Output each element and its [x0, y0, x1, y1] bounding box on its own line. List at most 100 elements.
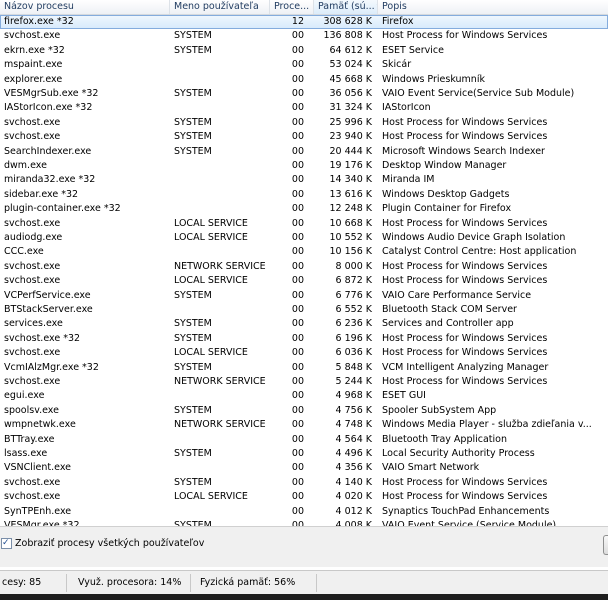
process-description: Host Process for Windows Services: [382, 275, 548, 287]
process-name: svchost.exe: [4, 491, 61, 503]
memory-usage-cell: 6 872 K: [335, 275, 372, 287]
options-panel: ✓ Zobraziť procesy všetkých používateľov: [0, 526, 608, 567]
process-name: ekrn.exe *32: [4, 44, 65, 56]
table-row[interactable]: firefox.exe *32 12 308 628 K Firefox: [0, 15, 608, 30]
process-name: wmpnetwk.exe: [4, 419, 76, 431]
table-row[interactable]: audiodg.exe LOCAL SERVICE 00 10 552 K Window…: [0, 231, 608, 245]
table-row[interactable]: VcmIAlzMgr.exe *32 SYSTEM 00 5 848 K VCM Int…: [0, 361, 608, 375]
cpu-usage-cell: 00: [291, 188, 304, 200]
table-row[interactable]: svchost.exe LOCAL SERVICE 00 6 872 K Host Pr…: [0, 274, 608, 288]
table-row[interactable]: SynTPEnh.exe 00 4 012 K Synaptics TouchPad …: [0, 505, 608, 519]
cpu-usage: Využ. procesora: 14%: [78, 577, 182, 588]
user-name: SYSTEM: [174, 332, 212, 344]
table-row[interactable]: svchost.exe SYSTEM 00 4 140 K Host Process f…: [0, 476, 608, 490]
memory-usage-cell: 6 196 K: [335, 332, 372, 344]
table-row[interactable]: SearchIndexer.exe SYSTEM 00 20 444 K Microso…: [0, 145, 608, 159]
memory-usage-cell: 10 552 K: [329, 232, 373, 243]
table-row[interactable]: services.exe SYSTEM 00 6 236 K Services and …: [0, 317, 608, 331]
table-row[interactable]: svchost.exe LOCAL SERVICE 00 6 036 K Host Pr…: [0, 346, 608, 360]
process-name: svchost.exe: [4, 275, 61, 287]
column-header-description[interactable]: Popis: [378, 0, 608, 14]
table-row[interactable]: BTTray.exe 00 4 564 K Bluetooth Tray Applic…: [0, 433, 608, 447]
table-row[interactable]: ekrn.exe *32 SYSTEM 00 64 612 K ESET Service: [0, 44, 608, 58]
memory-usage-cell: 4 356 K: [335, 462, 372, 474]
memory-usage-cell: 45 668 K: [329, 73, 373, 85]
process-name: svchost.exe: [4, 131, 61, 143]
cpu-usage-cell: 00: [291, 116, 304, 128]
memory-usage-cell: 64 612 K: [329, 44, 373, 56]
process-list[interactable]: firefox.exe *32 12 308 628 K Firefox svchost…: [0, 15, 608, 526]
physical-memory-usage: Fyzická pamäť: 56%: [200, 577, 296, 588]
memory-usage-cell: 53 024 K: [329, 59, 373, 71]
window-bottom-edge: [0, 594, 608, 600]
table-row[interactable]: CCC.exe 00 10 156 K Catalyst Control Centre…: [0, 245, 608, 259]
memory-usage-cell: 31 324 K: [329, 102, 373, 114]
process-description: ESET Service: [382, 44, 444, 56]
memory-usage-cell: 4 140 K: [335, 476, 372, 488]
process-description: Host Process for Windows Services: [382, 347, 548, 359]
cpu-usage-cell: 00: [291, 332, 304, 344]
cpu-usage-cell: 00: [291, 174, 304, 186]
table-row[interactable]: explorer.exe 00 45 668 K Windows Prieskumní…: [0, 73, 608, 87]
table-row[interactable]: spoolsv.exe SYSTEM 00 4 756 K Spooler SubSys…: [0, 404, 608, 418]
table-row[interactable]: svchost.exe NETWORK SERVICE 00 5 244 K Host …: [0, 375, 608, 389]
table-row[interactable]: dwm.exe 00 19 176 K Desktop Window Manager: [0, 159, 608, 173]
table-row[interactable]: wmpnetwk.exe NETWORK SERVICE 00 4 748 K Wind…: [0, 418, 608, 432]
user-name: SYSTEM: [174, 404, 212, 416]
table-row[interactable]: VSNClient.exe 00 4 356 K VAIO Smart Network: [0, 461, 608, 475]
show-all-users-checkbox[interactable]: ✓: [1, 538, 12, 549]
column-header-cpu[interactable]: Proce...: [270, 0, 314, 14]
column-header-user-name[interactable]: Meno používateľa: [170, 0, 270, 14]
table-row[interactable]: lsass.exe SYSTEM 00 4 496 K Local Security A…: [0, 447, 608, 461]
table-row[interactable]: svchost.exe LOCAL SERVICE 00 10 668 K Host P…: [0, 217, 608, 231]
memory-usage-cell: 4 020 K: [335, 491, 372, 503]
process-name: svchost.exe: [4, 260, 61, 272]
process-name: svchost.exe: [4, 116, 61, 128]
table-row[interactable]: mspaint.exe 00 53 024 K Skicár: [0, 58, 608, 72]
cpu-usage-cell: 00: [291, 404, 304, 416]
process-name: BTTray.exe: [4, 433, 55, 445]
column-header-memory[interactable]: Pamäť (sú...▼: [314, 0, 378, 14]
user-name: SYSTEM: [174, 44, 212, 56]
user-name: [170, 15, 270, 29]
process-description: Bluetooth Stack COM Server: [382, 304, 517, 315]
cpu-usage-cell: 00: [291, 102, 304, 114]
table-row[interactable]: svchost.exe LOCAL SERVICE 00 4 020 K Host Pr…: [0, 490, 608, 504]
table-row[interactable]: VESMgrSub.exe *32 SYSTEM 00 36 056 K VAIO Ev…: [0, 87, 608, 101]
table-row[interactable]: IAStorIcon.exe *32 00 31 324 K IAStorIcon: [0, 101, 608, 115]
table-row[interactable]: sidebar.exe *32 00 13 616 K Windows Desktop…: [0, 188, 608, 202]
user-name: SYSTEM: [174, 448, 212, 459]
table-row[interactable]: svchost.exe NETWORK SERVICE 00 8 000 K Host …: [0, 260, 608, 274]
user-name: [170, 202, 270, 216]
cpu-usage-cell: 00: [291, 505, 304, 517]
column-header-process-name[interactable]: Názov procesu: [0, 0, 170, 14]
table-row[interactable]: BTStackServer.exe 00 6 552 K Bluetooth Stac…: [0, 303, 608, 317]
column-header-memory-label: Pamäť (sú...: [318, 1, 375, 12]
user-name: SYSTEM: [174, 476, 212, 488]
cpu-usage-cell: 00: [291, 131, 304, 143]
user-name: SYSTEM: [174, 318, 212, 330]
process-name: svchost.exe *32: [4, 332, 81, 344]
process-description: Miranda IM: [382, 174, 435, 186]
show-all-users-option[interactable]: ✓ Zobraziť procesy všetkých používateľov: [1, 537, 204, 551]
end-process-button[interactable]: [603, 535, 608, 555]
table-row[interactable]: svchost.exe SYSTEM 00 25 996 K Host Process …: [0, 116, 608, 130]
process-name: spoolsv.exe: [4, 404, 59, 416]
memory-usage-cell: 308 628 K: [323, 16, 372, 27]
table-row[interactable]: svchost.exe SYSTEM 00 23 940 K Host Process …: [0, 130, 608, 144]
cpu-usage-cell: 00: [291, 491, 304, 503]
cpu-usage-cell: 00: [291, 347, 304, 359]
memory-usage-cell: 23 940 K: [329, 131, 373, 143]
table-row[interactable]: miranda32.exe *32 00 14 340 K Miranda IM: [0, 173, 608, 187]
process-name: services.exe: [4, 318, 63, 330]
table-row[interactable]: VCPerfService.exe SYSTEM 00 6 776 K VAIO Car…: [0, 289, 608, 303]
table-row[interactable]: svchost.exe *32 SYSTEM 00 6 196 K Host Proce…: [0, 332, 608, 346]
table-row[interactable]: VESMgr.exe *32 SYSTEM 00 4 008 K VAIO Event …: [0, 519, 608, 526]
process-name: VESMgrSub.exe *32: [4, 88, 99, 99]
user-name: [170, 58, 270, 72]
memory-usage-cell: 6 552 K: [335, 304, 372, 315]
table-row[interactable]: plugin-container.exe *32 00 12 248 K Plugin…: [0, 202, 608, 216]
table-row[interactable]: egui.exe 00 4 968 K ESET GUI: [0, 389, 608, 403]
table-row[interactable]: svchost.exe SYSTEM 00 136 808 K Host Process…: [0, 29, 608, 43]
cpu-usage-cell: 00: [291, 145, 304, 157]
